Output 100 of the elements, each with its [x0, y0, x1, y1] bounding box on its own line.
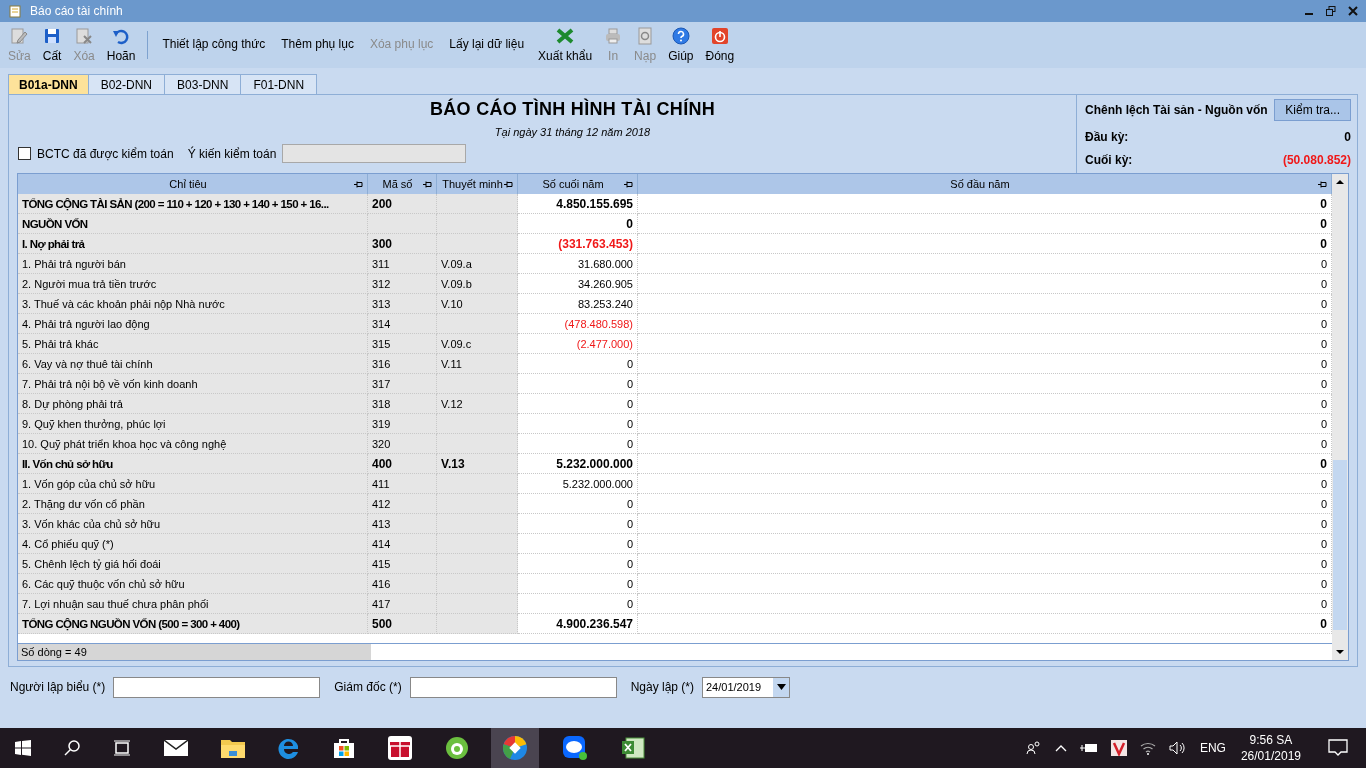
- table-cell: 0: [638, 474, 1332, 494]
- difference-label: Cuối kỳ:: [1085, 153, 1133, 167]
- table-cell: 34.260.905: [518, 274, 638, 294]
- pin-icon[interactable]: [504, 180, 513, 188]
- table-cell: 4.850.155.695: [518, 194, 638, 214]
- table-cell: 0: [518, 494, 638, 514]
- field-label: Ngày lập (*): [630, 680, 694, 694]
- toolbar-button[interactable]: Giúp: [662, 27, 700, 63]
- table-cell: 5. Chênh lệch tỷ giá hối đoái: [18, 554, 368, 574]
- checkbox[interactable]: [18, 147, 31, 160]
- close-icon[interactable]: [1348, 6, 1358, 16]
- folder-icon[interactable]: [221, 738, 245, 758]
- name-field[interactable]: [409, 676, 617, 698]
- chevron-up-icon[interactable]: [1054, 744, 1067, 752]
- table-cell: 0: [638, 354, 1332, 374]
- e-browser-icon[interactable]: [278, 737, 300, 759]
- table-cell: 7. Phải trả nội bộ về vốn kinh doanh: [18, 374, 368, 394]
- chat-bubble-app-icon[interactable]: [562, 735, 588, 761]
- table-cell: 0: [638, 534, 1332, 554]
- toolbar-button[interactable]: Thiết lập công thức: [154, 37, 274, 51]
- table-cell: 0: [638, 594, 1332, 614]
- table-cell: 0: [518, 434, 638, 454]
- table-cell: 0: [638, 454, 1332, 474]
- table-cell: 0: [638, 434, 1332, 454]
- pin-icon[interactable]: [423, 180, 432, 188]
- windows-logo-icon[interactable]: [15, 740, 31, 756]
- table-cell: TỔNG CỘNG NGUỒN VỐN (500 = 300 + 400): [18, 614, 368, 634]
- table-cell: 83.253.240: [518, 294, 638, 314]
- toolbar-button[interactable]: Đóng: [699, 27, 741, 63]
- colorful-app-icon[interactable]: [502, 735, 528, 761]
- envelope-icon[interactable]: [164, 739, 188, 757]
- table-cell: 0: [638, 514, 1332, 534]
- page-x-icon: [75, 27, 94, 45]
- language-indicator[interactable]: ENG: [1199, 741, 1226, 755]
- table-cell: (2.477.000): [518, 334, 638, 354]
- table-cell: V.11: [437, 354, 518, 374]
- difference-value: 0: [1344, 130, 1351, 144]
- wifi-icon[interactable]: [1139, 741, 1156, 755]
- toolbar-button[interactable]: Lấy lại dữ liệu: [441, 37, 533, 51]
- undo-arrow-icon: [112, 27, 131, 45]
- difference-title: Chênh lệch Tài sản - Nguồn vốn: [1085, 103, 1268, 117]
- check-button[interactable]: Kiểm tra...: [1274, 99, 1351, 121]
- table-cell: 7. Lợi nhuận sau thuế chưa phân phối: [18, 594, 368, 614]
- gift-icon[interactable]: [388, 736, 412, 760]
- v-logo-icon[interactable]: [1110, 740, 1127, 756]
- table-cell: 31.680.000: [518, 254, 638, 274]
- scrollbar[interactable]: [1332, 174, 1348, 660]
- shopping-bag-icon[interactable]: [333, 737, 355, 759]
- clock-date[interactable]: 26/01/2019: [1240, 748, 1301, 764]
- table-cell: 0: [518, 574, 638, 594]
- report-title: BÁO CÁO TÌNH HÌNH TÀI CHÍNH: [428, 99, 717, 120]
- table-cell: 0: [638, 194, 1332, 214]
- name-field[interactable]: [113, 676, 321, 698]
- help-icon: [671, 27, 690, 45]
- table-cell: V.09.b: [437, 274, 518, 294]
- tab[interactable]: B01a-DNN: [8, 74, 89, 94]
- table-cell: 9. Quỹ khen thưởng, phúc lợi: [18, 414, 368, 434]
- ring-app-icon[interactable]: [445, 736, 469, 760]
- table-cell: 318: [368, 394, 437, 414]
- task-view-icon[interactable]: [113, 740, 131, 756]
- toolbar-button[interactable]: Cất: [36, 27, 68, 63]
- toolbar-button[interactable]: Xuất khẩu: [532, 27, 599, 63]
- toolbar-button[interactable]: Thêm phụ lục: [273, 37, 362, 51]
- table-cell: 0: [638, 274, 1332, 294]
- dropdown-caret-icon[interactable]: [776, 684, 786, 690]
- table-cell: 0: [638, 394, 1332, 414]
- date-picker[interactable]: 24/01/2019: [702, 676, 790, 698]
- table-cell: 200: [368, 194, 437, 214]
- table-cell: 1. Vốn góp của chủ sở hữu: [18, 474, 368, 494]
- battery-plug-icon[interactable]: [1079, 743, 1098, 753]
- notification-icon[interactable]: [1328, 739, 1348, 757]
- table-cell: 414: [368, 534, 437, 554]
- tab[interactable]: B02-DNN: [87, 74, 166, 94]
- table-cell: 6. Các quỹ thuộc vốn chủ sở hữu: [18, 574, 368, 594]
- table-cell: TỔNG CỘNG TÀI SẢN (200 = 110 + 120 + 130 + 140 + 150 + 16...: [18, 194, 368, 214]
- difference-value: (50.080.852): [1282, 153, 1351, 167]
- people-icon[interactable]: [1025, 741, 1042, 755]
- table-cell: V.09.a: [437, 254, 518, 274]
- pin-icon[interactable]: [354, 180, 363, 188]
- table-cell: 315: [368, 334, 437, 354]
- page-refresh-icon: [636, 27, 655, 45]
- table-cell: 0: [518, 354, 638, 374]
- pin-icon[interactable]: [624, 180, 633, 188]
- table-cell: 400: [368, 454, 437, 474]
- spreadsheet-icon[interactable]: [621, 736, 645, 760]
- tab[interactable]: B03-DNN: [164, 74, 242, 94]
- search-icon[interactable]: [64, 740, 80, 756]
- table-cell: 0: [518, 554, 638, 574]
- pin-icon[interactable]: [1318, 180, 1327, 188]
- clock-time[interactable]: 9:56 SA: [1249, 732, 1293, 748]
- table-cell: 0: [638, 574, 1332, 594]
- restore-icon[interactable]: [1326, 6, 1336, 16]
- speaker-icon[interactable]: [1168, 741, 1187, 755]
- report-date: Tại ngày 31 tháng 12 năm 2018: [493, 126, 652, 138]
- table-cell: II. Vốn chủ sở hữu: [18, 454, 368, 474]
- row-count: Số dòng = 49: [18, 644, 371, 660]
- notepad-icon: [8, 4, 22, 18]
- toolbar-button[interactable]: Hoãn: [100, 27, 142, 63]
- tab[interactable]: F01-DNN: [240, 74, 318, 94]
- table-cell: V.09.c: [437, 334, 518, 354]
